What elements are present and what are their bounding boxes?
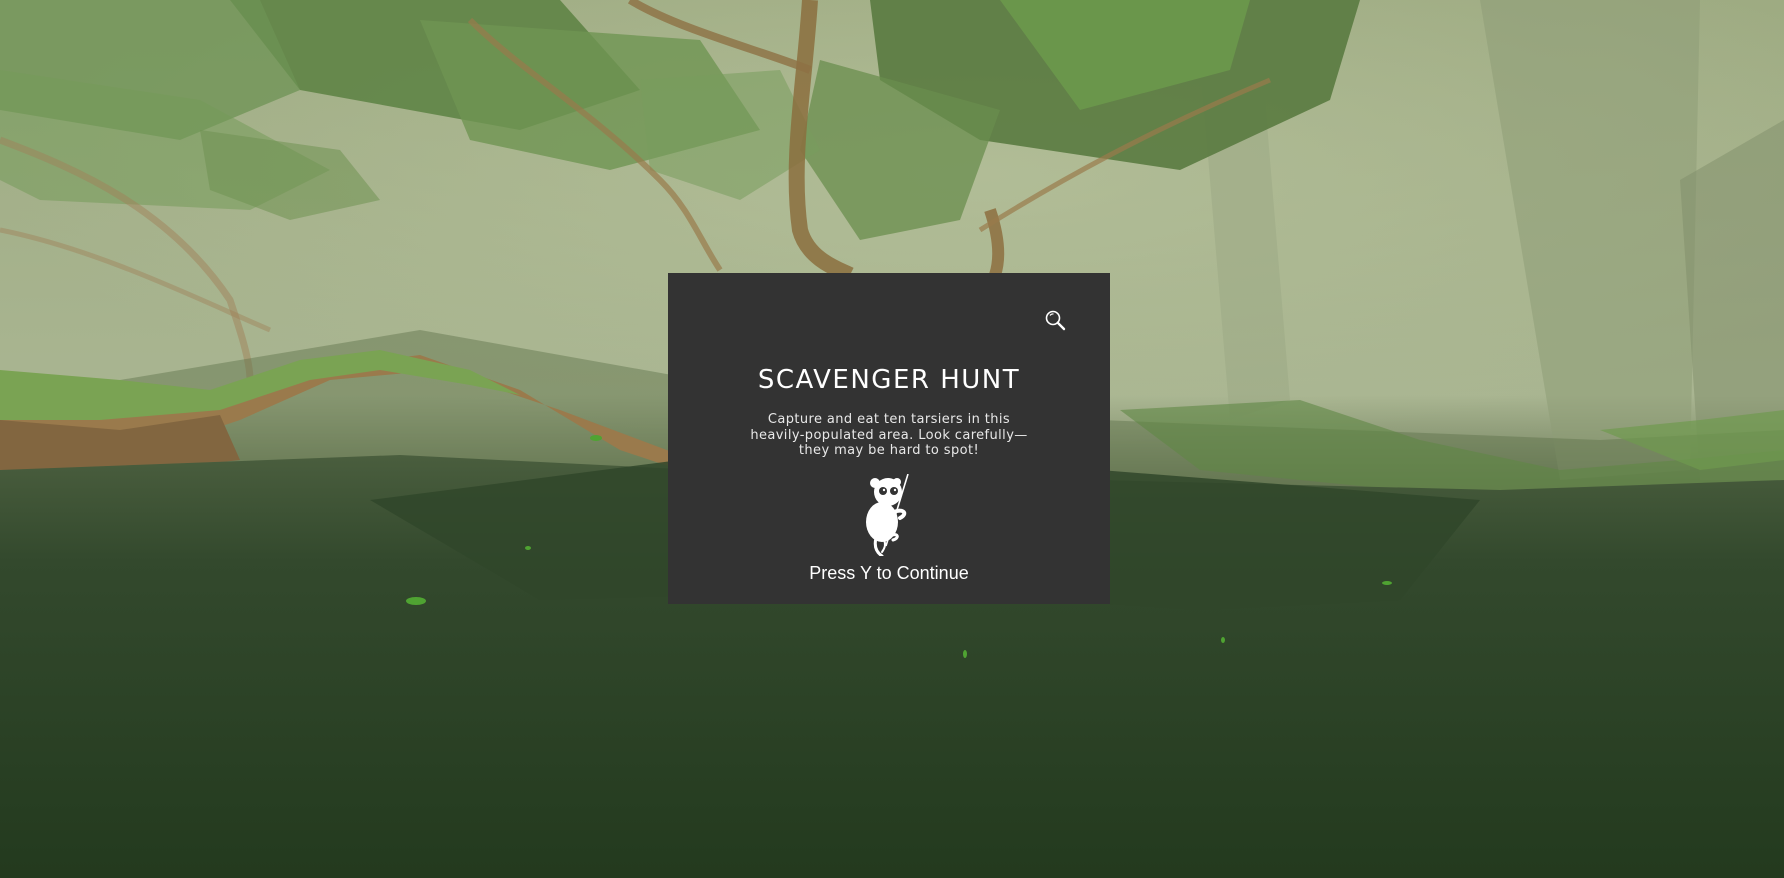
press-y-to-continue[interactable]: Press Y to Continue (668, 563, 1110, 584)
tarsier-icon (860, 473, 918, 558)
scavenger-hunt-dialog: SCAVENGER HUNT Capture and eat ten tarsi… (668, 273, 1110, 604)
magnifying-glass-icon[interactable] (1044, 309, 1068, 333)
dialog-title: SCAVENGER HUNT (757, 365, 1021, 395)
dialog-description: Capture and eat ten tarsiers in this hea… (750, 412, 1028, 458)
